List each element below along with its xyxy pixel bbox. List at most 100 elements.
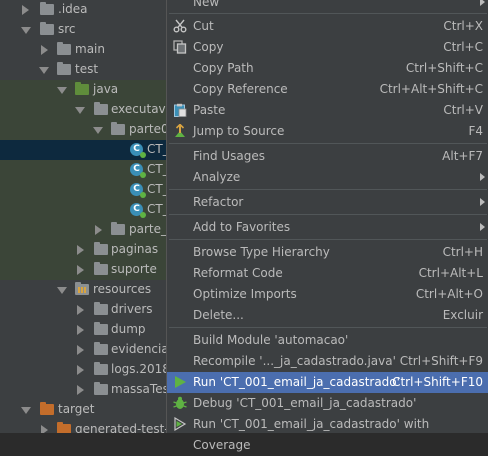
- tree-item-suporte[interactable]: suporte: [0, 260, 170, 280]
- tree-item-executaveis[interactable]: executavei: [0, 100, 170, 120]
- menu-separator: [169, 239, 487, 240]
- menu-item-shortcut: Excluir: [442, 308, 483, 322]
- tree-item-dump[interactable]: dump: [0, 320, 170, 340]
- menu-item-copy[interactable]: Copy Ctrl+C: [167, 37, 488, 58]
- menu-item-label: Refactor: [193, 195, 244, 209]
- coverage-icon: [174, 417, 187, 431]
- menu-item-run-with-coverage[interactable]: Run 'CT_001_email_ja_cadastrado' with Co…: [167, 414, 488, 452]
- tree-item-paginas[interactable]: paginas: [0, 240, 170, 260]
- tree-item-parte0x[interactable]: parte_0: [0, 220, 170, 240]
- chevron-down-icon[interactable]: [21, 407, 31, 414]
- menu-separator: [169, 13, 487, 14]
- menu-item-label: Analyze: [193, 170, 241, 184]
- menu-item-browse-type-hierarchy[interactable]: Browse Type Hierarchy Ctrl+H: [167, 242, 488, 263]
- project-tree: .idea src main test java executavei part…: [0, 0, 170, 433]
- menu-item-run[interactable]: Run 'CT_001_email_ja_cadastrado' Ctrl+Sh…: [167, 372, 488, 393]
- tree-item-idea[interactable]: .idea: [0, 0, 170, 20]
- menu-item-shortcut: Ctrl+V: [443, 103, 483, 117]
- menu-item-label: Find Usages: [193, 149, 266, 163]
- menu-item-paste[interactable]: Paste Ctrl+V: [167, 100, 488, 121]
- chevron-right-icon[interactable]: [41, 425, 48, 433]
- menu-item-shortcut: Ctrl+Alt+L: [418, 266, 483, 280]
- chevron-right-icon[interactable]: [41, 45, 48, 55]
- tree-item-evidencias[interactable]: evidencias: [0, 340, 170, 360]
- tree-item-test[interactable]: test: [0, 60, 170, 80]
- menu-item-label: Copy Reference: [193, 82, 288, 96]
- tree-item-generated-test-sources[interactable]: generated-test-so: [0, 420, 170, 433]
- menu-item-new[interactable]: New: [167, 0, 488, 13]
- tree-item-ct-selected[interactable]: C CT_: [0, 140, 170, 160]
- tree-item-ct[interactable]: C CT_: [0, 160, 170, 180]
- tree-item-logs[interactable]: logs.2018_0: [0, 360, 170, 380]
- tree-item-massatest[interactable]: massaTest: [0, 380, 170, 400]
- test-class-icon: C: [130, 163, 146, 178]
- menu-item-shortcut: Ctrl+Alt+O: [415, 287, 483, 301]
- chevron-right-icon[interactable]: [77, 345, 84, 355]
- menu-item-optimize-imports[interactable]: Optimize Imports Ctrl+Alt+O: [167, 284, 488, 305]
- tree-item-main[interactable]: main: [0, 40, 170, 60]
- menu-item-label: Build Module 'automacao': [193, 333, 349, 347]
- tree-item-parte01[interactable]: parte01: [0, 120, 170, 140]
- menu-item-shortcut: Ctrl+C: [443, 40, 483, 54]
- tree-item-drivers[interactable]: drivers: [0, 300, 170, 320]
- folder-icon: [40, 2, 54, 15]
- chevron-down-icon[interactable]: [75, 107, 85, 114]
- tree-item-label: resources: [93, 282, 152, 296]
- test-class-icon: C: [130, 143, 146, 158]
- tree-item-target[interactable]: target: [0, 400, 170, 420]
- menu-item-refactor[interactable]: Refactor: [167, 192, 488, 213]
- menu-item-shortcut: Alt+F7: [442, 149, 483, 163]
- tree-item-label: paginas: [111, 242, 159, 256]
- tree-item-resources[interactable]: resources: [0, 280, 170, 300]
- menu-item-recompile[interactable]: Recompile '..._ja_cadastrado.java' Ctrl+…: [167, 351, 488, 372]
- tree-item-label: logs.2018_0: [111, 362, 170, 376]
- menu-item-shortcut: Ctrl+Shift+F10: [392, 375, 483, 389]
- folder-icon: [94, 342, 108, 355]
- menu-item-reformat-code[interactable]: Reformat Code Ctrl+Alt+L: [167, 263, 488, 284]
- tree-item-label: evidencias: [111, 342, 170, 356]
- tree-item-label: suporte: [111, 262, 157, 276]
- test-class-icon: C: [130, 183, 146, 198]
- chevron-down-icon[interactable]: [57, 87, 67, 94]
- chevron-right-icon[interactable]: [77, 365, 84, 375]
- menu-item-add-to-favorites[interactable]: Add to Favorites: [167, 217, 488, 238]
- menu-separator: [169, 143, 487, 144]
- menu-item-analyze[interactable]: Analyze: [167, 167, 488, 188]
- chevron-right-icon[interactable]: [77, 325, 84, 335]
- menu-item-label: Debug 'CT_001_email_ja_cadastrado': [193, 396, 417, 410]
- menu-item-shortcut: Ctrl+H: [442, 245, 483, 259]
- test-class-icon: C: [130, 203, 146, 218]
- menu-item-build-module[interactable]: Build Module 'automacao': [167, 330, 488, 351]
- chevron-right-icon[interactable]: [77, 245, 84, 255]
- tree-item-label: .idea: [58, 2, 88, 16]
- tree-item-label: executavei: [111, 102, 170, 116]
- chevron-right-icon[interactable]: [77, 385, 84, 395]
- tree-item-src[interactable]: src: [0, 20, 170, 40]
- tree-item-label: target: [58, 402, 95, 416]
- menu-item-find-usages[interactable]: Find Usages Alt+F7: [167, 146, 488, 167]
- package-icon: [94, 262, 108, 275]
- chevron-down-icon[interactable]: [39, 67, 49, 74]
- submenu-arrow-icon: [480, 0, 485, 6]
- chevron-down-icon[interactable]: [57, 287, 67, 294]
- tree-item-ct[interactable]: C CT_: [0, 180, 170, 200]
- tree-item-label: src: [58, 22, 76, 36]
- menu-item-cut[interactable]: Cut Ctrl+X: [167, 16, 488, 37]
- menu-item-copy-reference[interactable]: Copy Reference Ctrl+Alt+Shift+C: [167, 79, 488, 100]
- tree-item-label: drivers: [111, 302, 153, 316]
- chevron-down-icon[interactable]: [93, 127, 103, 134]
- menu-item-label: Optimize Imports: [193, 287, 297, 301]
- tree-item-ct[interactable]: C CT_: [0, 200, 170, 220]
- chevron-right-icon[interactable]: [95, 225, 102, 235]
- chevron-right-icon[interactable]: [77, 305, 84, 315]
- chevron-down-icon[interactable]: [21, 27, 31, 34]
- menu-item-label: Reformat Code: [193, 266, 283, 280]
- menu-item-debug[interactable]: Debug 'CT_001_email_ja_cadastrado': [167, 393, 488, 414]
- chevron-right-icon[interactable]: [22, 5, 29, 15]
- run-icon: [175, 376, 186, 388]
- chevron-right-icon[interactable]: [77, 265, 84, 275]
- menu-item-jump-to-source[interactable]: Jump to Source F4: [167, 121, 488, 142]
- menu-item-delete[interactable]: Delete... Excluir: [167, 305, 488, 326]
- menu-item-copy-path[interactable]: Copy Path Ctrl+Shift+C: [167, 58, 488, 79]
- tree-item-java[interactable]: java: [0, 80, 170, 100]
